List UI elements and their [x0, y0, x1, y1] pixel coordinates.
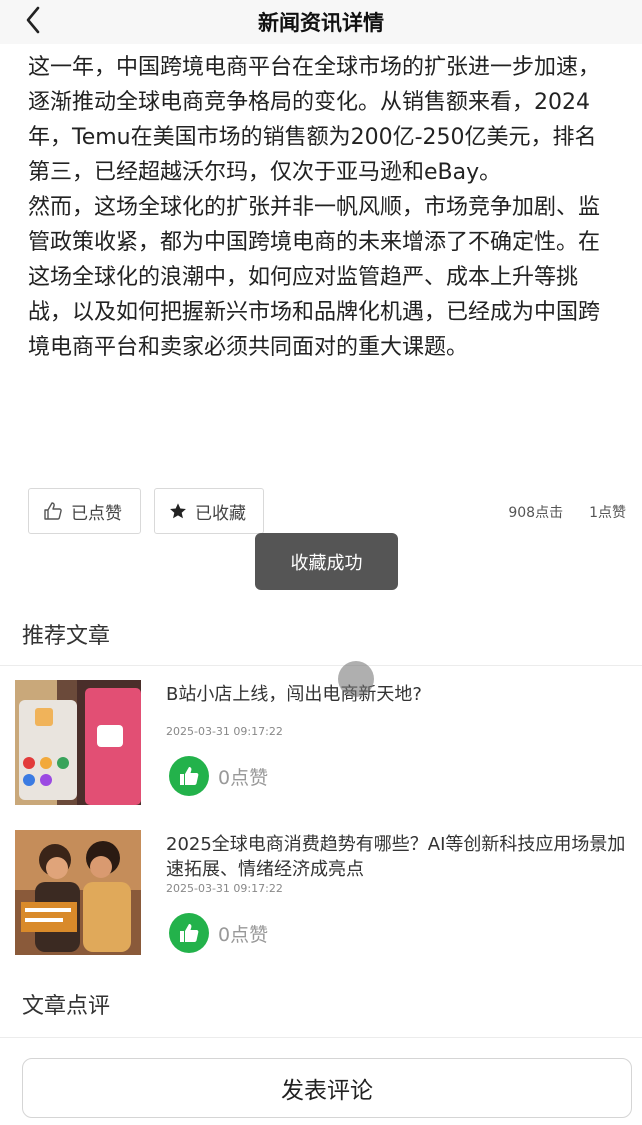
back-button[interactable]	[18, 4, 48, 36]
article-like-count: 0点赞	[218, 766, 269, 789]
article-paragraph: 然而，这场全球化的扩张并非一帆风顺，市场竞争加剧、监管政策收紧，都为中国跨境电商…	[28, 195, 601, 360]
article-thumbnail[interactable]	[15, 830, 141, 955]
page-title: 新闻资讯详情	[258, 11, 384, 35]
thumbs-up-icon[interactable]	[169, 913, 209, 953]
article-body: 这一年，中国跨境电商平台在全球市场的扩张进一步加速，逐渐推动全球电商竞争格局的变…	[28, 50, 618, 365]
article-info: B站小店上线，闯出电商新天地? 2025-03-31 09:17:22	[166, 680, 636, 739]
divider	[0, 1037, 642, 1038]
post-comment-button[interactable]: 发表评论	[22, 1058, 632, 1118]
toast-message: 收藏成功	[255, 533, 398, 590]
like-count: 1点赞	[589, 505, 626, 521]
article-date: 2025-03-31 09:17:22	[166, 882, 283, 895]
thumbs-up-icon	[44, 502, 62, 520]
like-button[interactable]: 已点赞	[28, 488, 141, 534]
article-like[interactable]: 0点赞	[169, 756, 268, 796]
list-item[interactable]: 2025全球电商消费趋势有哪些？AI等创新科技应用场景加速拓展、情绪经济成亮点 …	[15, 830, 635, 956]
thumbs-up-icon[interactable]	[169, 756, 209, 796]
article-paragraph: 这一年，中国跨境电商平台在全球市场的扩张进一步加速，逐渐推动全球电商竞争格局的变…	[28, 55, 601, 185]
article-info: 2025全球电商消费趋势有哪些？AI等创新科技应用场景加速拓展、情绪经济成亮点 …	[166, 830, 636, 896]
article-date: 2025-03-31 09:17:22	[166, 725, 283, 738]
click-count: 908点击	[508, 505, 564, 521]
favorite-button-label: 已收藏	[195, 503, 246, 524]
favorite-button[interactable]: 已收藏	[154, 488, 264, 534]
list-item[interactable]: B站小店上线，闯出电商新天地? 2025-03-31 09:17:22 0点赞	[15, 680, 635, 806]
like-button-label: 已点赞	[71, 503, 122, 524]
article-headline[interactable]: 2025全球电商消费趋势有哪些？AI等创新科技应用场景加速拓展、情绪经济成亮点	[166, 832, 636, 882]
comment-section-title: 文章点评	[22, 994, 111, 1019]
article-actions: 已点赞 已收藏	[28, 488, 264, 534]
star-icon	[170, 503, 186, 519]
recommend-section-title: 推荐文章	[22, 624, 111, 649]
article-like-count: 0点赞	[218, 923, 269, 946]
article-like[interactable]: 0点赞	[169, 913, 268, 953]
divider	[0, 665, 642, 666]
touch-indicator	[338, 661, 374, 697]
article-headline[interactable]: B站小店上线，闯出电商新天地?	[166, 682, 636, 707]
article-thumbnail[interactable]	[15, 680, 141, 805]
article-stats: 908点击 1点赞	[508, 502, 626, 522]
top-nav-bar: 新闻资讯详情	[0, 0, 642, 44]
chevron-left-icon	[26, 6, 40, 34]
